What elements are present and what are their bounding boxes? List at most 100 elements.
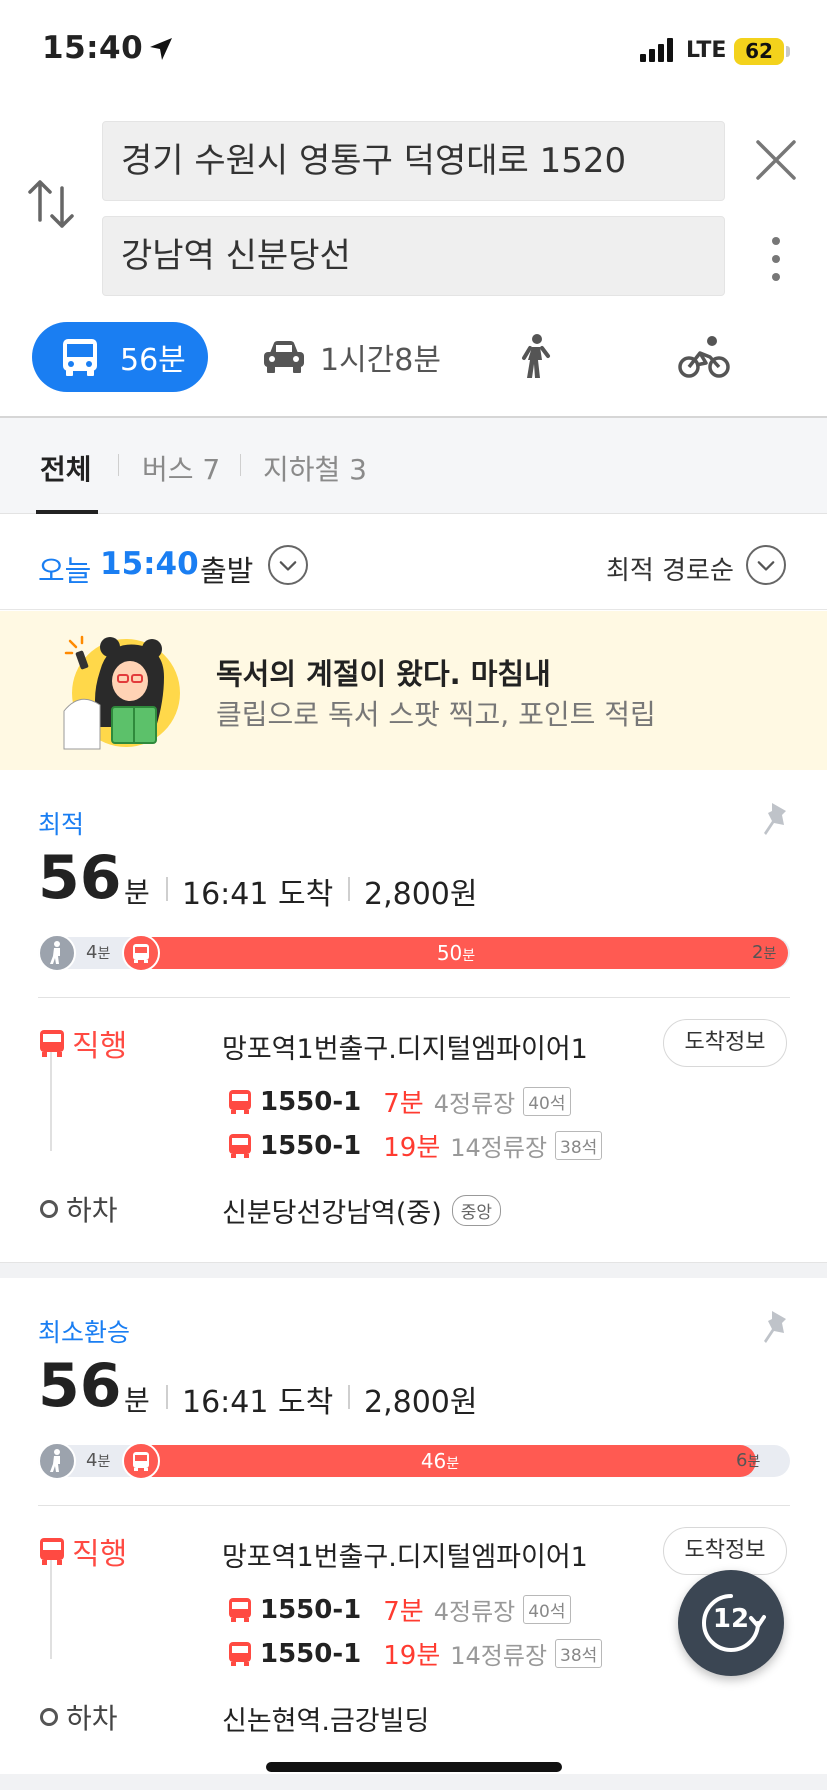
- bus-icon: [63, 339, 97, 376]
- tab-separator: [240, 454, 241, 476]
- getoff-ring-icon: [40, 1708, 58, 1726]
- route-duration: 56: [38, 843, 122, 913]
- bus-stops: 14정류장: [450, 1134, 548, 1162]
- chevron-down-icon[interactable]: [746, 545, 786, 585]
- bus-wait: 19분: [383, 1641, 441, 1671]
- mode-transit-tab[interactable]: 56분: [32, 322, 208, 392]
- walk-end-minutes: 6분: [736, 1450, 761, 1471]
- promo-banner[interactable]: 독서의 계절이 왔다. 마침내 클립으로 독서 스팟 찍고, 포인트 적립: [0, 611, 827, 770]
- route-card[interactable]: 최적 56 분 16:41 도착 2,800원 50분 4분 2분 직행 망포역…: [0, 771, 827, 1262]
- getoff-label: 하차: [40, 1697, 118, 1737]
- mode-car-tab[interactable]: 1시간8분: [262, 322, 462, 392]
- card-divider: [38, 997, 790, 998]
- route-badge: 최적: [38, 810, 85, 839]
- getoff-stop: 신논현역.금강빌딩: [222, 1699, 429, 1738]
- route-fare: 2,800원: [364, 877, 478, 912]
- bus-icon: [122, 1442, 160, 1480]
- route-arrival: 16:41 도착: [182, 1385, 334, 1420]
- bus-seats: 40석: [523, 1087, 571, 1116]
- getoff-stop-name: 신분당선강남역(중): [222, 1198, 442, 1229]
- separator: [166, 1385, 168, 1409]
- route-badge: 최소환승: [38, 1318, 131, 1347]
- battery-cap: [786, 46, 790, 57]
- bus-icon: [122, 934, 160, 972]
- getoff-stop-tag: 중앙: [451, 1195, 502, 1226]
- battery-indicator: 62: [734, 38, 784, 65]
- bus-wait: 19분: [383, 1133, 441, 1163]
- arrival-info-button[interactable]: 도착정보: [663, 1527, 787, 1575]
- bus-number: 1550-1: [260, 1594, 362, 1625]
- separator: [348, 1385, 350, 1409]
- route-duration-unit: 분: [124, 1384, 150, 1417]
- route-duration: 56: [38, 1351, 122, 1421]
- pin-icon[interactable]: [760, 1309, 792, 1349]
- bus-number: 1550-1: [260, 1130, 362, 1161]
- bus-segment-minutes: 46분: [420, 1449, 460, 1473]
- bus-option[interactable]: 1550-1 7분 4정류장 40석: [228, 1083, 571, 1120]
- more-icon[interactable]: [764, 236, 788, 282]
- bus-seats: 38석: [555, 1639, 603, 1668]
- bus-wait: 7분: [383, 1597, 424, 1627]
- board-stop: 망포역1번출구.디지털엠파이어1: [222, 1034, 588, 1065]
- bus-number: 1550-1: [260, 1638, 362, 1669]
- getoff-label: 하차: [40, 1189, 118, 1229]
- bus-stops: 4정류장: [433, 1598, 516, 1626]
- bus-option[interactable]: 1550-1 7분 4정류장 40석: [228, 1591, 571, 1628]
- swap-icon[interactable]: [26, 176, 76, 232]
- card-divider: [38, 1505, 790, 1506]
- mode-car-time: 1시간8분: [320, 343, 441, 378]
- destination-input[interactable]: 강남역 신분당선: [102, 216, 725, 296]
- tab-subway[interactable]: 지하철 3: [263, 448, 367, 488]
- line-type: 직행: [72, 1537, 128, 1572]
- route-arrival: 16:41 도착: [182, 877, 334, 912]
- bus-segment: 50분: [124, 937, 788, 969]
- tab-all[interactable]: 전체: [40, 448, 92, 488]
- route-fare: 2,800원: [364, 1385, 478, 1420]
- signal-icon: [640, 38, 673, 62]
- refresh-button[interactable]: 12: [678, 1570, 784, 1676]
- route-timeline-bar: 50분 4분 2분: [38, 934, 790, 972]
- bus-wait: 7분: [383, 1089, 424, 1119]
- status-time: 15:40: [42, 30, 144, 66]
- status-bar: 15:40 LTE 62: [0, 0, 827, 100]
- route-duration-unit: 분: [124, 876, 150, 909]
- route-filter-tabs: 전체 버스 7 지하철 3: [0, 418, 827, 514]
- active-tab-indicator: [36, 510, 98, 514]
- banner-title: 독서의 계절이 왔다. 마침내: [216, 657, 551, 691]
- car-icon: [264, 341, 304, 373]
- route-timeline-bar: 46분 4분 6분: [38, 1442, 790, 1480]
- line-tag: 직행: [38, 1021, 127, 1065]
- mode-walk-tab[interactable]: [520, 322, 560, 392]
- bottom-gap: [0, 1774, 827, 1790]
- bus-icon: [40, 1030, 64, 1057]
- bike-icon: [678, 336, 730, 378]
- bus-number: 1550-1: [260, 1086, 362, 1117]
- mode-bike-tab[interactable]: [678, 322, 734, 392]
- bus-stops: 14정류장: [450, 1642, 548, 1670]
- origin-input[interactable]: 경기 수원시 영통구 덕영대로 1520: [102, 121, 725, 201]
- getoff-ring-icon: [40, 1200, 58, 1218]
- getoff-stop-name: 신논현역.금강빌딩: [222, 1706, 430, 1737]
- refresh-countdown: 12: [712, 1604, 750, 1634]
- arrival-info-button[interactable]: 도착정보: [663, 1019, 787, 1067]
- pin-icon[interactable]: [760, 801, 792, 841]
- network-label: LTE: [686, 38, 727, 63]
- bus-segment-minutes: 50분: [436, 941, 476, 965]
- bus-option[interactable]: 1550-1 19분 14정류장 38석: [228, 1635, 603, 1672]
- depart-label: 출발: [200, 554, 254, 588]
- mode-transit-time: 56분: [120, 343, 186, 378]
- depart-time[interactable]: 15:40: [100, 546, 199, 582]
- sort-order[interactable]: 최적 경로순: [606, 550, 734, 587]
- close-icon[interactable]: [752, 136, 800, 184]
- separator: [348, 877, 350, 901]
- chevron-down-icon[interactable]: [268, 545, 308, 585]
- route-card[interactable]: 최소환승 56 분 16:41 도착 2,800원 46분 4분 6분 직행 망…: [0, 1279, 827, 1759]
- walk-icon: [38, 1442, 76, 1480]
- banner-subtitle: 클립으로 독서 스팟 찍고, 포인트 적립: [216, 698, 656, 731]
- bus-segment: 46분: [124, 1445, 756, 1477]
- tab-bus[interactable]: 버스 7: [142, 448, 220, 488]
- reading-person-illustration: [63, 635, 180, 750]
- bus-option[interactable]: 1550-1 19분 14정류장 38석: [228, 1127, 603, 1164]
- board-stop: 망포역1번출구.디지털엠파이어1: [222, 1542, 588, 1573]
- bus-icon: [229, 1089, 251, 1114]
